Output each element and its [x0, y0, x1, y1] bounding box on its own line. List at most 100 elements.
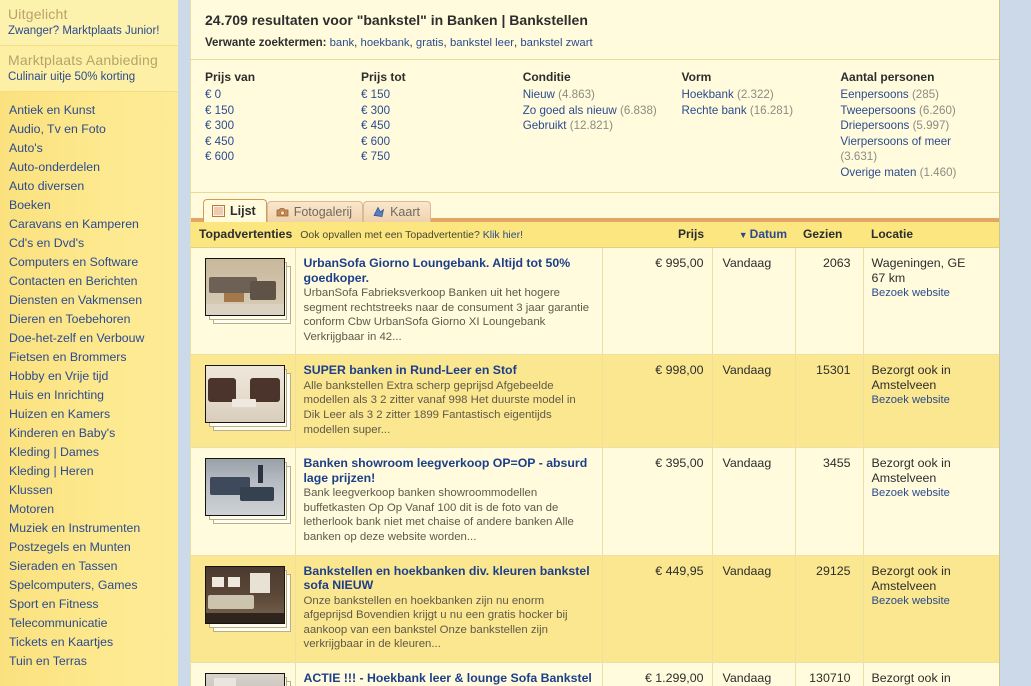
listing-photo[interactable] [205, 565, 285, 624]
facet-prijs-tot-option[interactable]: € 300 [361, 103, 511, 119]
sidebar-item-auto-diversen[interactable]: Auto diversen [0, 177, 178, 196]
facet-prijs-tot-option[interactable]: € 750 [361, 149, 511, 165]
sidebar-item-hobby-en-vrije-tijd[interactable]: Hobby en Vrije tijd [0, 367, 178, 386]
listing-title[interactable]: UrbanSofa Giorno Loungebank. Altijd tot … [304, 256, 594, 285]
related-term-bankstel-zwart[interactable]: bankstel zwart [520, 37, 592, 49]
table-row[interactable]: Banken showroom leegverkoop OP=OP - absu… [191, 447, 1000, 556]
facet-conditie-option[interactable]: Nieuw (4.863) [523, 87, 670, 103]
column-header-gezien[interactable]: Gezien [795, 222, 864, 248]
sidebar-item-tuin-en-terras[interactable]: Tuin en Terras [0, 652, 178, 671]
column-header-datum[interactable]: ▼ Datum [712, 222, 796, 248]
sidebar-item-doe-het-zelf[interactable]: Doe-het-zelf en Verbouw [0, 329, 178, 348]
tab-lijst[interactable]: Lijst [203, 199, 267, 222]
sidebar-item-computers-en-software[interactable]: Computers en Software [0, 253, 178, 272]
promo-aanbieding-link[interactable]: Culinair uitje 50% korting [8, 71, 170, 83]
facet-prijs-van-option[interactable]: € 0 [205, 87, 349, 103]
table-row[interactable]: ACTIE !!! - Hoekbank leer & lounge Sofa … [191, 662, 1000, 686]
sidebar-item-tickets-en-kaartjes[interactable]: Tickets en Kaartjes [0, 633, 178, 652]
facet-personen-option[interactable]: Tweepersoons (6.260) [840, 103, 973, 119]
tab-lijst-label: Lijst [230, 204, 256, 218]
sidebar-item-kleding-heren[interactable]: Kleding | Heren [0, 462, 178, 481]
facet-personen-option[interactable]: Driepersoons (5.997) [840, 118, 973, 134]
column-header-prijs[interactable]: Prijs [602, 222, 713, 248]
related-term-hoekbank[interactable]: hoekbank [361, 37, 410, 49]
sidebar-item-contacten-en-berichten[interactable]: Contacten en Berichten [0, 272, 178, 291]
visit-website-link[interactable]: Bezoek website [872, 595, 992, 607]
listing-location-cell: Bezorgt ook in Amstelveen Bezoek website [862, 662, 1000, 686]
sidebar-item-huis-en-inrichting[interactable]: Huis en Inrichting [0, 386, 178, 405]
table-row[interactable]: Bankstellen en hoekbanken div. kleuren b… [191, 555, 1000, 664]
listing-title[interactable]: ACTIE !!! - Hoekbank leer & lounge Sofa … [304, 671, 594, 686]
sidebar-item-spelcomputers-games[interactable]: Spelcomputers, Games [0, 576, 178, 595]
facet-personen-option[interactable]: Eenpersoons (285) [840, 87, 973, 103]
sidebar-item-auto-onderdelen[interactable]: Auto-onderdelen [0, 158, 178, 177]
sidebar-item-dieren-en-toebehoren[interactable]: Dieren en Toebehoren [0, 310, 178, 329]
facet-personen-option[interactable]: Overige maten (1.460) [840, 165, 973, 181]
sidebar-item-klussen[interactable]: Klussen [0, 481, 178, 500]
thumbnail-stack [205, 258, 291, 324]
facet-prijs-van-option[interactable]: € 150 [205, 103, 349, 119]
sidebar-item-audio-tv-en-foto[interactable]: Audio, Tv en Foto [0, 120, 178, 139]
facet-prijs-tot-option[interactable]: € 150 [361, 87, 511, 103]
sidebar-item-postzegels-en-munten[interactable]: Postzegels en Munten [0, 538, 178, 557]
sidebar-item-cds-en-dvds[interactable]: Cd's en Dvd's [0, 234, 178, 253]
facet-personen-option[interactable]: Vierpersoons of meer (3.631) [840, 134, 973, 165]
listing-photo[interactable] [205, 365, 285, 424]
sidebar-item-caravans-en-kamperen[interactable]: Caravans en Kamperen [0, 215, 178, 234]
listing-thumbnail-cell[interactable] [191, 247, 295, 356]
tab-kaart[interactable]: Kaart [363, 201, 431, 222]
sidebar-item-fietsen-en-brommers[interactable]: Fietsen en Brommers [0, 348, 178, 367]
marktplaats-search-page: Uitgelicht Zwanger? Marktplaats Junior! … [0, 0, 1031, 686]
facet-conditie-option[interactable]: Gebruikt (12.821) [523, 118, 670, 134]
listing-title[interactable]: Bankstellen en hoekbanken div. kleuren b… [304, 564, 594, 593]
listing-thumbnail-cell[interactable] [191, 447, 295, 556]
visit-website-link[interactable]: Bezoek website [872, 487, 992, 499]
promo-aanbieding: Marktplaats Aanbieding Culinair uitje 50… [0, 46, 178, 92]
sidebar-item-boeken[interactable]: Boeken [0, 196, 178, 215]
listing-thumbnail-cell[interactable] [191, 662, 295, 686]
facet-prijs-tot-option[interactable]: € 600 [361, 134, 511, 150]
facet-prijs-van-option[interactable]: € 300 [205, 118, 349, 134]
sidebar-item-kleding-dames[interactable]: Kleding | Dames [0, 443, 178, 462]
related-term-gratis[interactable]: gratis [416, 37, 444, 49]
table-row[interactable]: SUPER banken in Rund-Leer en Stof Alle b… [191, 354, 1000, 449]
facet-option-label: Overige maten [840, 165, 917, 179]
sidebar-item-kinderen-en-babys[interactable]: Kinderen en Baby's [0, 424, 178, 443]
column-header-locatie[interactable]: Locatie [863, 222, 1000, 248]
promo-uitgelicht-link[interactable]: Zwanger? Marktplaats Junior! [8, 25, 170, 37]
listing-photo[interactable] [205, 458, 285, 517]
sidebar-item-huizen-en-kamers[interactable]: Huizen en Kamers [0, 405, 178, 424]
sidebar-item-telecommunicatie[interactable]: Telecommunicatie [0, 614, 178, 633]
visit-website-link[interactable]: Bezoek website [872, 394, 992, 406]
listing-title[interactable]: SUPER banken in Rund-Leer en Stof [304, 363, 594, 378]
topadvertenties-promo-link[interactable]: Klik hier! [483, 229, 523, 241]
listing-thumbnail-cell[interactable] [191, 555, 295, 664]
facet-conditie-option[interactable]: Zo goed als nieuw (6.838) [523, 103, 670, 119]
sidebar-item-sport-en-fitness[interactable]: Sport en Fitness [0, 595, 178, 614]
sidebar-item-muziek-en-instrumenten[interactable]: Muziek en Instrumenten [0, 519, 178, 538]
facet-prijs-tot-option[interactable]: € 450 [361, 118, 511, 134]
listing-views: 2063 [794, 247, 864, 356]
listing-photo[interactable] [205, 673, 285, 686]
listing-info-cell: UrbanSofa Giorno Loungebank. Altijd tot … [294, 247, 603, 356]
sidebar-item-diensten-en-vakmensen[interactable]: Diensten en Vakmensen [0, 291, 178, 310]
listing-title[interactable]: Banken showroom leegverkoop OP=OP - absu… [304, 456, 594, 485]
sidebar-item-autos[interactable]: Auto's [0, 139, 178, 158]
listing-location-cell: Bezorgt ook in Amstelveen Bezoek website [862, 354, 1000, 449]
topadvertenties-promo-text: Ook opvallen met een Topadvertentie? [300, 229, 480, 241]
related-term-bankstel-leer[interactable]: bankstel leer [450, 37, 514, 49]
listing-photo[interactable] [205, 258, 285, 316]
related-term-bank[interactable]: bank [330, 37, 355, 49]
facet-vorm-option[interactable]: Rechte bank (16.281) [682, 103, 829, 119]
visit-website-link[interactable]: Bezoek website [872, 287, 992, 299]
listing-description: Onze bankstellen en hoekbanken zijn nu e… [303, 594, 568, 651]
facet-vorm-option[interactable]: Hoekbank (2.322) [682, 87, 829, 103]
table-row[interactable]: UrbanSofa Giorno Loungebank. Altijd tot … [191, 247, 1000, 356]
sidebar-item-antiek-en-kunst[interactable]: Antiek en Kunst [0, 101, 178, 120]
sidebar-item-motoren[interactable]: Motoren [0, 500, 178, 519]
tab-fotogalerij[interactable]: Fotogalerij [266, 201, 364, 222]
facet-prijs-van-option[interactable]: € 450 [205, 134, 349, 150]
listing-thumbnail-cell[interactable] [191, 354, 295, 449]
facet-prijs-van-option[interactable]: € 600 [205, 149, 349, 165]
sidebar-item-sieraden-en-tassen[interactable]: Sieraden en Tassen [0, 557, 178, 576]
